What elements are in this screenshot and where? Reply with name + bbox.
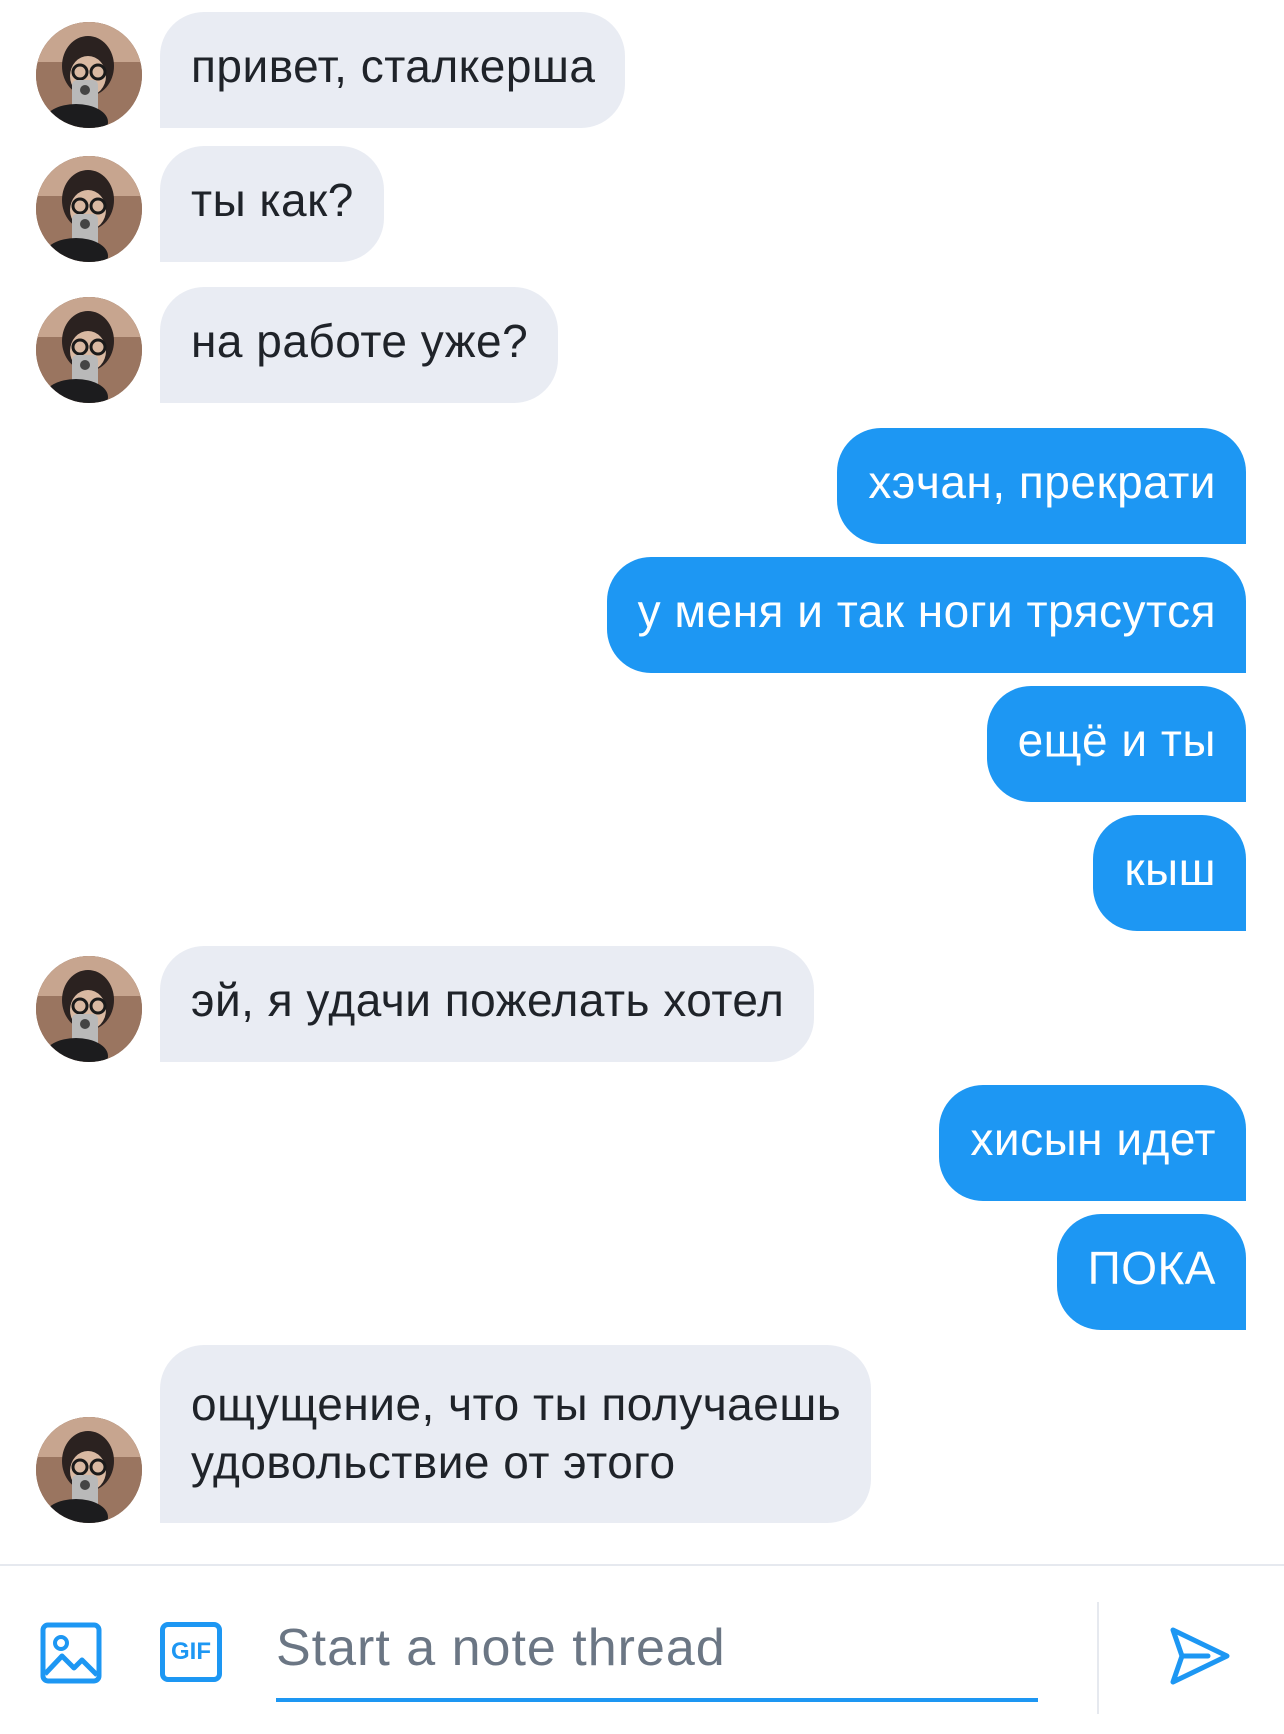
send-icon[interactable] — [1168, 1624, 1232, 1688]
message-outgoing: кыш — [1093, 815, 1246, 931]
note-thread-input[interactable] — [276, 1606, 1038, 1690]
message-outgoing: ещё и ты — [986, 686, 1246, 802]
message-bubble[interactable]: хисын идет — [939, 1085, 1246, 1201]
chat-thread: привет, сталкерша ты как? на работе уже?… — [0, 0, 1284, 1564]
message-outgoing: хэчан, прекрати — [837, 428, 1246, 544]
message-incoming: ощущение, что ты получаешь удовольствие … — [36, 1345, 872, 1523]
note-composer: GIF — [0, 1564, 1284, 1734]
avatar[interactable] — [36, 1417, 142, 1523]
avatar[interactable] — [36, 297, 142, 403]
message-incoming: на работе уже? — [36, 287, 559, 403]
message-line: ощущение, что ты получаешь — [191, 1378, 842, 1430]
divider — [1097, 1602, 1099, 1714]
message-bubble[interactable]: на работе уже? — [160, 287, 559, 403]
message-bubble[interactable]: ПОКА — [1056, 1214, 1246, 1330]
avatar[interactable] — [36, 156, 142, 262]
avatar[interactable] — [36, 956, 142, 1062]
image-icon[interactable] — [40, 1622, 102, 1684]
message-bubble[interactable]: эй, я удачи пожелать хотел — [160, 946, 815, 1062]
message-bubble[interactable]: привет, сталкерша — [160, 12, 626, 128]
message-bubble[interactable]: ещё и ты — [986, 686, 1246, 802]
message-outgoing: ПОКА — [1056, 1214, 1246, 1330]
message-incoming: привет, сталкерша — [36, 12, 626, 128]
gif-button[interactable]: GIF — [160, 1622, 222, 1684]
message-incoming: эй, я удачи пожелать хотел — [36, 946, 815, 1062]
message-line: удовольствие от этого — [191, 1436, 676, 1488]
message-incoming: ты как? — [36, 146, 384, 262]
gif-label: GIF — [160, 1622, 222, 1682]
message-bubble[interactable]: ты как? — [160, 146, 384, 262]
avatar[interactable] — [36, 22, 142, 128]
message-bubble[interactable]: ощущение, что ты получаешь удовольствие … — [160, 1345, 872, 1523]
message-outgoing: у меня и так ноги трясутся — [606, 557, 1246, 673]
message-bubble[interactable]: хэчан, прекрати — [837, 428, 1246, 544]
note-input-wrapper — [276, 1606, 1038, 1702]
message-outgoing: хисын идет — [939, 1085, 1246, 1201]
message-bubble[interactable]: кыш — [1093, 815, 1246, 931]
message-bubble[interactable]: у меня и так ноги трясутся — [606, 557, 1246, 673]
